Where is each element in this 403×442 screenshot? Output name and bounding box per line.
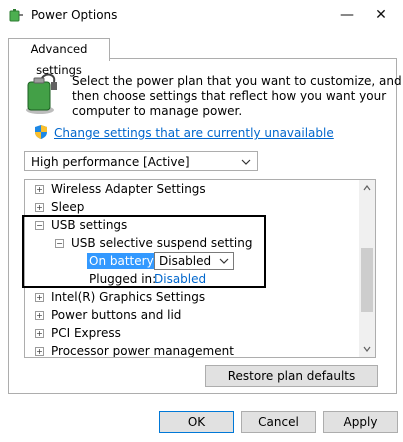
tree-item-label: USB selective suspend setting (71, 236, 253, 250)
collapse-icon[interactable]: − (55, 239, 64, 248)
minimize-button[interactable]: — (332, 4, 362, 26)
close-button[interactable]: ✕ (366, 4, 396, 26)
tree-item-label: PCI Express (51, 326, 121, 340)
window-title: Power Options (31, 8, 118, 22)
title-bar: Power Options — ✕ (0, 0, 403, 31)
description-line: computer to manage power. (72, 104, 243, 118)
chevron-down-icon (241, 159, 251, 165)
scroll-down-icon[interactable] (363, 345, 371, 353)
plugged-in-label: Plugged in: (89, 272, 157, 286)
expand-icon[interactable]: + (35, 329, 44, 338)
tab-advanced-settings[interactable]: Advanced settings (8, 38, 110, 77)
tree-item-label: Power buttons and lid (51, 308, 182, 322)
change-settings-link[interactable]: Change settings that are currently unava… (54, 126, 334, 140)
restore-defaults-button[interactable]: Restore plan defaults (205, 365, 378, 387)
description-text: Select the power plan that you want to c… (72, 74, 402, 119)
tree-item-label: Wireless Adapter Settings (51, 182, 206, 196)
cancel-button[interactable]: Cancel (241, 411, 316, 433)
scrollbar-thumb[interactable] (361, 248, 373, 312)
scroll-up-icon[interactable] (363, 184, 371, 192)
expand-icon[interactable]: + (35, 311, 44, 320)
power-plan-value: High performance [Active] (31, 155, 190, 169)
collapse-icon[interactable]: − (35, 221, 44, 230)
description-line: Select the power plan that you want to c… (72, 74, 402, 88)
minimize-icon: — (340, 7, 354, 23)
chevron-down-icon (219, 258, 229, 264)
ok-button[interactable]: OK (159, 411, 234, 433)
uac-shield-icon (35, 125, 47, 139)
on-battery-label: On battery: (87, 253, 159, 269)
power-plan-dropdown[interactable]: High performance [Active] (24, 151, 258, 171)
power-options-icon (9, 9, 23, 22)
close-icon: ✕ (375, 7, 387, 23)
expand-icon[interactable]: + (35, 203, 44, 212)
expand-icon[interactable]: + (35, 185, 44, 194)
tree-item-label: Sleep (51, 200, 85, 214)
settings-tree[interactable]: + Wireless Adapter Settings + Sleep − US… (24, 179, 376, 358)
expand-icon[interactable]: + (35, 347, 44, 356)
description-line: then choose settings that reflect how yo… (72, 89, 387, 103)
apply-button[interactable]: Apply (323, 411, 398, 433)
plugged-in-value[interactable]: Disabled (154, 270, 206, 288)
on-battery-dropdown[interactable]: Disabled (154, 252, 234, 270)
tree-item-label: Processor power management (51, 344, 234, 358)
tree-item-label: Intel(R) Graphics Settings (51, 290, 206, 304)
tree-item-label: USB settings (51, 218, 128, 232)
on-battery-value: Disabled (159, 254, 212, 268)
vertical-scrollbar[interactable] (359, 180, 375, 357)
expand-icon[interactable]: + (35, 293, 44, 302)
